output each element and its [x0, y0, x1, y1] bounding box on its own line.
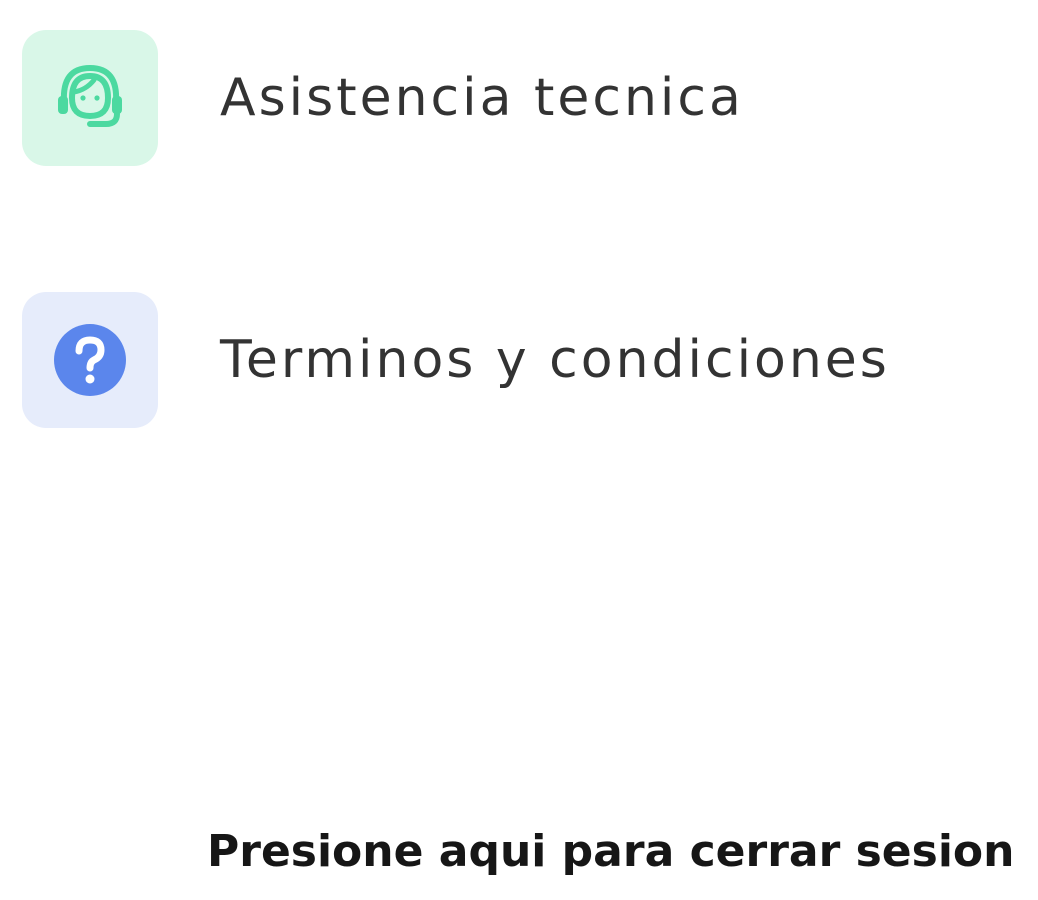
menu-item-label: Asistencia tecnica [220, 68, 744, 128]
support-icon-tile [22, 30, 158, 166]
menu-item-terms-and-conditions[interactable]: Terminos y condiciones [22, 292, 982, 428]
logout-link[interactable]: Presione aqui para cerrar sesion [207, 826, 1014, 877]
menu-item-technical-support[interactable]: Asistencia tecnica [22, 30, 982, 166]
headset-support-icon [58, 64, 122, 127]
question-circle-icon [54, 324, 126, 396]
menu-item-label: Terminos y condiciones [220, 330, 890, 390]
terms-icon-tile [22, 292, 158, 428]
